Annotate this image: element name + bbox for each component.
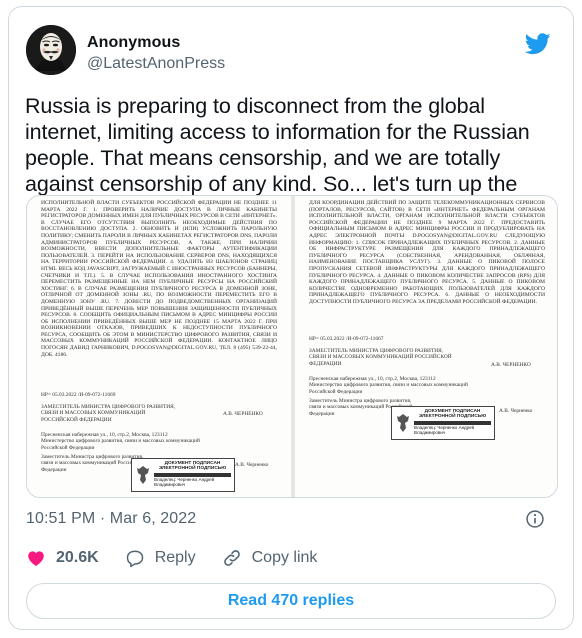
twitter-bird-icon[interactable] [525, 33, 551, 55]
read-replies-button[interactable]: Read 470 replies [26, 583, 556, 619]
stamp-owner: Владелец: Черненко Андрей Владимирович [414, 424, 475, 436]
document-signatory: ЗАМЕСТИТЕЛЬ МИНИСТРА ЦИФРОВОГО РАЗВИТИЯ,… [309, 348, 452, 367]
document-ref: НР= 05.03.2022 /И-09-072-11669 [41, 392, 116, 398]
coat-of-arms-icon [137, 466, 149, 484]
like-count: 20.6K [56, 549, 99, 566]
stamp-title: ДОКУМЕНТ ПОДПИСАН ЭЛЕКТРОННОЙ ПОДПИСЬЮ [158, 461, 227, 472]
reply-button[interactable]: Reply [125, 548, 196, 568]
document-body-text: ДЛЯ КООРДИНАЦИИ ДЕЙСТВИЙ ПО ЗАЩИТЕ ТЕЛЕК… [309, 200, 545, 305]
stamp-owner: Владелец: Черненко Андрей Владимирович [154, 476, 215, 488]
copy-link-label: Copy link [251, 549, 318, 566]
document-body-text: ИСПОЛНИТЕЛЬНОЙ ВЛАСТИ СУБЪЕКТОВ РОССИЙСК… [41, 200, 277, 358]
author-display-name[interactable]: Anonymous [87, 34, 180, 52]
document-footer-name: А.В. Черненко [499, 408, 533, 414]
speech-bubble-icon [126, 550, 143, 568]
document-signatory-name: А.В. ЧЕРНЕНКО [223, 411, 263, 417]
info-icon[interactable] [525, 509, 545, 529]
avatar[interactable] [26, 25, 76, 75]
electronic-signature-stamp: ДОКУМЕНТ ПОДПИСАН ЭЛЕКТРОННОЙ ПОДПИСЬЮ В… [131, 458, 235, 492]
document-address: Пресненская набережная ул., 10, стр.2, М… [309, 376, 468, 395]
tweet-actions: 20.6K Reply Copy link [26, 543, 343, 573]
stamp-title: ДОКУМЕНТ ПОДПИСАН ЭЛЕКТРОННОЙ ПОДПИСЬЮ [418, 409, 487, 420]
heart-icon [28, 551, 44, 566]
coat-of-arms-icon [397, 414, 409, 432]
document-signatory: ЗАМЕСТИТЕЛЬ МИНИСТРА ЦИФРОВОГО РАЗВИТИЯ,… [41, 404, 176, 423]
tweet-timestamp[interactable]: 10:51 PM · Mar 6, 2022 [26, 510, 196, 528]
document-footer-name: А.В. Черненко [235, 462, 269, 468]
tweet-card: Anonymous @LatestAnonPress Russia is pre… [8, 6, 574, 630]
guy-fawkes-mask-icon [26, 25, 76, 75]
document-page-right: ДЛЯ КООРДИНАЦИИ ДЕЙСТВИЙ ПО ЗАЩИТЕ ТЕЛЕК… [295, 196, 557, 497]
document-address: Пресненская набережная ул., 10, стр.2, М… [41, 432, 200, 451]
copy-link-button[interactable]: Copy link [222, 548, 318, 568]
document-ref: НР= 05.03.2022 /И-09-072-11667 [309, 336, 384, 342]
electronic-signature-stamp: ДОКУМЕНТ ПОДПИСАН ЭЛЕКТРОННОЙ ПОДПИСЬЮ В… [391, 406, 495, 440]
document-signatory-name: А.В. ЧЕРНЕНКО [491, 362, 531, 368]
like-button[interactable]: 20.6K [26, 548, 99, 568]
link-icon [223, 550, 240, 566]
author-handle[interactable]: @LatestAnonPress [87, 55, 225, 73]
reply-label: Reply [154, 549, 196, 566]
document-page-left: ИСПОЛНИТЕЛЬНОЙ ВЛАСТИ СУБЪЕКТОВ РОССИЙСК… [27, 196, 291, 497]
tweet-media-image[interactable]: ИСПОЛНИТЕЛЬНОЙ ВЛАСТИ СУБЪЕКТОВ РОССИЙСК… [26, 195, 558, 498]
